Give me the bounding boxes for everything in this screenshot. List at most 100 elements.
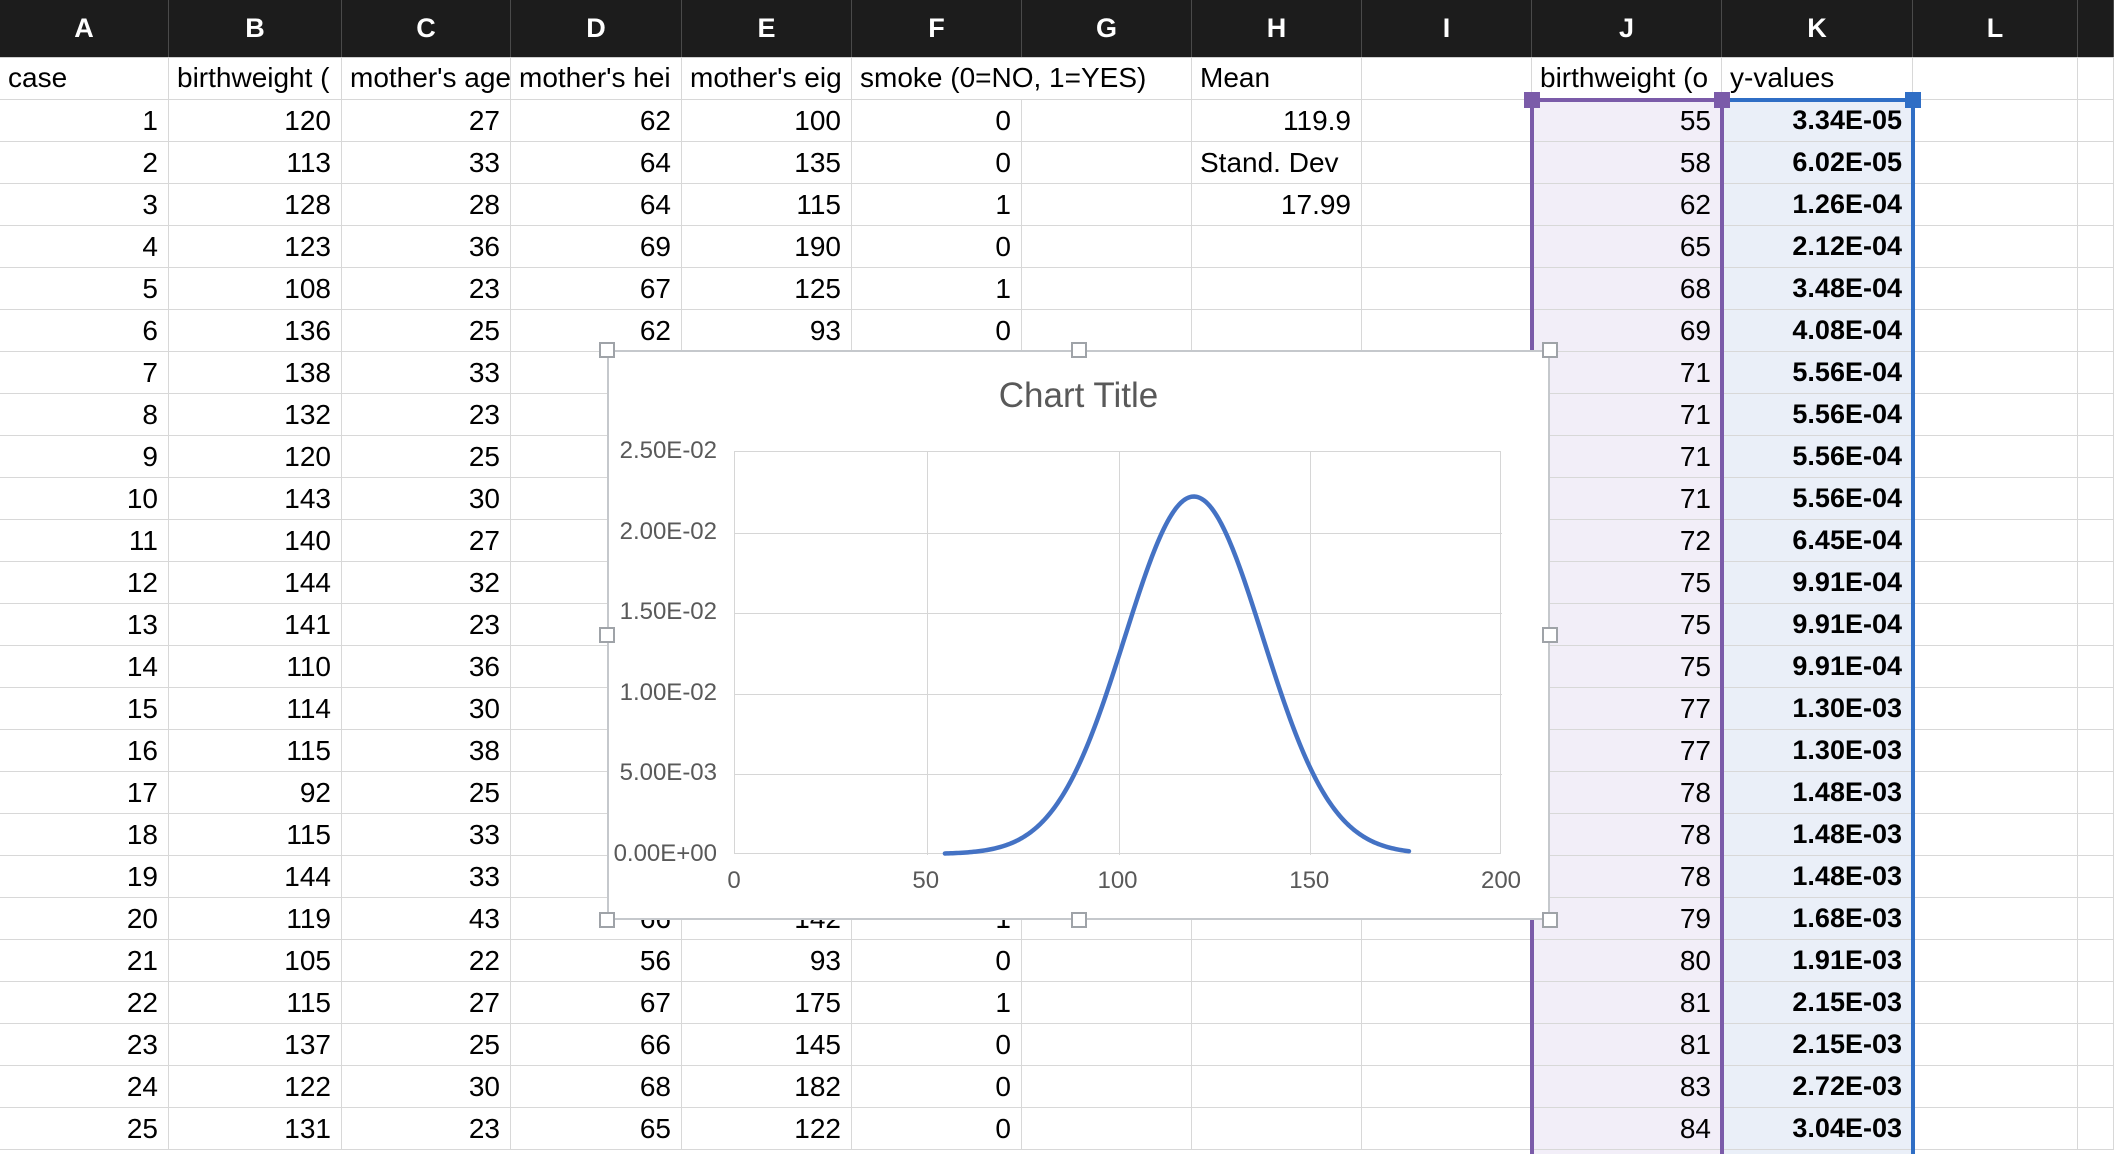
cell-G6[interactable] [1022, 310, 1192, 352]
cell-L21[interactable] [1913, 940, 2078, 982]
cell-L5[interactable] [1913, 268, 2078, 310]
cell-K16[interactable]: 1.30E-03 [1722, 730, 1913, 772]
cell-A15[interactable]: 15 [0, 688, 169, 730]
cell-I22[interactable] [1362, 982, 1532, 1024]
cell-A4[interactable]: 4 [0, 226, 169, 268]
chart-resize-handle-e[interactable] [1542, 627, 1558, 643]
cell-B3[interactable]: 128 [169, 184, 342, 226]
cell-A17[interactable]: 17 [0, 772, 169, 814]
cell-C22[interactable]: 27 [342, 982, 511, 1024]
cell-B19[interactable]: 144 [169, 856, 342, 898]
column-letter-I[interactable]: I [1362, 0, 1532, 57]
cell-L8[interactable] [1913, 394, 2078, 436]
cell-M8[interactable] [2078, 394, 2114, 436]
cell-D2[interactable]: 64 [511, 142, 682, 184]
cell-G2[interactable] [1022, 142, 1192, 184]
cell-J18[interactable]: 78 [1532, 814, 1722, 856]
cell-I23[interactable] [1362, 1024, 1532, 1066]
cell-B8[interactable]: 132 [169, 394, 342, 436]
column-letter-D[interactable]: D [511, 0, 682, 57]
cell-G22[interactable] [1022, 982, 1192, 1024]
cell-F4[interactable]: 0 [852, 226, 1022, 268]
cell-J11[interactable]: 72 [1532, 520, 1722, 562]
cell-B23[interactable]: 137 [169, 1024, 342, 1066]
cell-L20[interactable] [1913, 898, 2078, 940]
cell-K2[interactable]: 6.02E-05 [1722, 142, 1913, 184]
cell-G21[interactable] [1022, 940, 1192, 982]
cell-L9[interactable] [1913, 436, 2078, 478]
cell-K4[interactable]: 2.12E-04 [1722, 226, 1913, 268]
cell-J17[interactable]: 78 [1532, 772, 1722, 814]
cell-A1[interactable]: 1 [0, 100, 169, 142]
cell-K13[interactable]: 9.91E-04 [1722, 604, 1913, 646]
cell-M13[interactable] [2078, 604, 2114, 646]
cell-M25[interactable] [2078, 1108, 2114, 1150]
cell-H5[interactable] [1192, 268, 1362, 310]
cell-K17[interactable]: 1.48E-03 [1722, 772, 1913, 814]
cell-H23[interactable] [1192, 1024, 1362, 1066]
cell-C12[interactable]: 32 [342, 562, 511, 604]
cell-A2[interactable]: 2 [0, 142, 169, 184]
cell-B14[interactable]: 110 [169, 646, 342, 688]
cell-L16[interactable] [1913, 730, 2078, 772]
cell-L7[interactable] [1913, 352, 2078, 394]
cell-E21[interactable]: 93 [682, 940, 852, 982]
header-cell-E[interactable]: mother's eig [682, 57, 852, 100]
cell-J25[interactable]: 84 [1532, 1108, 1722, 1150]
cell-A20[interactable]: 20 [0, 898, 169, 940]
y-range-handle-top-right[interactable] [1905, 92, 1921, 108]
cell-C18[interactable]: 33 [342, 814, 511, 856]
column-letter-G[interactable]: G [1022, 0, 1192, 57]
cell-J6[interactable]: 69 [1532, 310, 1722, 352]
cell-B2[interactable]: 113 [169, 142, 342, 184]
cell-K23[interactable]: 2.15E-03 [1722, 1024, 1913, 1066]
cell-J8[interactable]: 71 [1532, 394, 1722, 436]
cell-E24[interactable]: 182 [682, 1066, 852, 1108]
cell-B22[interactable]: 115 [169, 982, 342, 1024]
cell-J16[interactable]: 77 [1532, 730, 1722, 772]
chart-resize-handle-ne[interactable] [1542, 342, 1558, 358]
column-letter-E[interactable]: E [682, 0, 852, 57]
cell-E6[interactable]: 93 [682, 310, 852, 352]
cell-D6[interactable]: 62 [511, 310, 682, 352]
cell-A13[interactable]: 13 [0, 604, 169, 646]
x-axis-tick-label[interactable]: 150 [1249, 867, 1369, 895]
column-letter-A[interactable]: A [0, 0, 169, 57]
cell-L25[interactable] [1913, 1108, 2078, 1150]
cell-L17[interactable] [1913, 772, 2078, 814]
cell-A11[interactable]: 11 [0, 520, 169, 562]
cell-K12[interactable]: 9.91E-04 [1722, 562, 1913, 604]
cell-G23[interactable] [1022, 1024, 1192, 1066]
chart-resize-handle-sw[interactable] [599, 912, 615, 928]
cell-F21[interactable]: 0 [852, 940, 1022, 982]
cell-I5[interactable] [1362, 268, 1532, 310]
cell-A5[interactable]: 5 [0, 268, 169, 310]
chart-resize-handle-nw[interactable] [599, 342, 615, 358]
y-axis-tick-label[interactable]: 1.50E-02 [557, 598, 717, 626]
cell-C4[interactable]: 36 [342, 226, 511, 268]
cell-D1[interactable]: 62 [511, 100, 682, 142]
cell-C16[interactable]: 38 [342, 730, 511, 772]
cell-A25[interactable]: 25 [0, 1108, 169, 1150]
cell-B20[interactable]: 119 [169, 898, 342, 940]
cell-B4[interactable]: 123 [169, 226, 342, 268]
column-letter-F[interactable]: F [852, 0, 1022, 57]
y-axis-tick-label[interactable]: 5.00E-03 [557, 759, 717, 787]
cell-K20[interactable]: 1.68E-03 [1722, 898, 1913, 940]
cell-K1[interactable]: 3.34E-05 [1722, 100, 1913, 142]
cell-B13[interactable]: 141 [169, 604, 342, 646]
cell-A24[interactable]: 24 [0, 1066, 169, 1108]
cell-C13[interactable]: 23 [342, 604, 511, 646]
cell-L2[interactable] [1913, 142, 2078, 184]
cell-F6[interactable]: 0 [852, 310, 1022, 352]
header-cell-J[interactable]: birthweight (o [1532, 57, 1722, 100]
cell-C15[interactable]: 30 [342, 688, 511, 730]
cell-M6[interactable] [2078, 310, 2114, 352]
cell-L3[interactable] [1913, 184, 2078, 226]
cell-M20[interactable] [2078, 898, 2114, 940]
cell-L22[interactable] [1913, 982, 2078, 1024]
cell-K11[interactable]: 6.45E-04 [1722, 520, 1913, 562]
cell-H25[interactable] [1192, 1108, 1362, 1150]
column-letter-J[interactable]: J [1532, 0, 1722, 57]
cell-J20[interactable]: 79 [1532, 898, 1722, 940]
